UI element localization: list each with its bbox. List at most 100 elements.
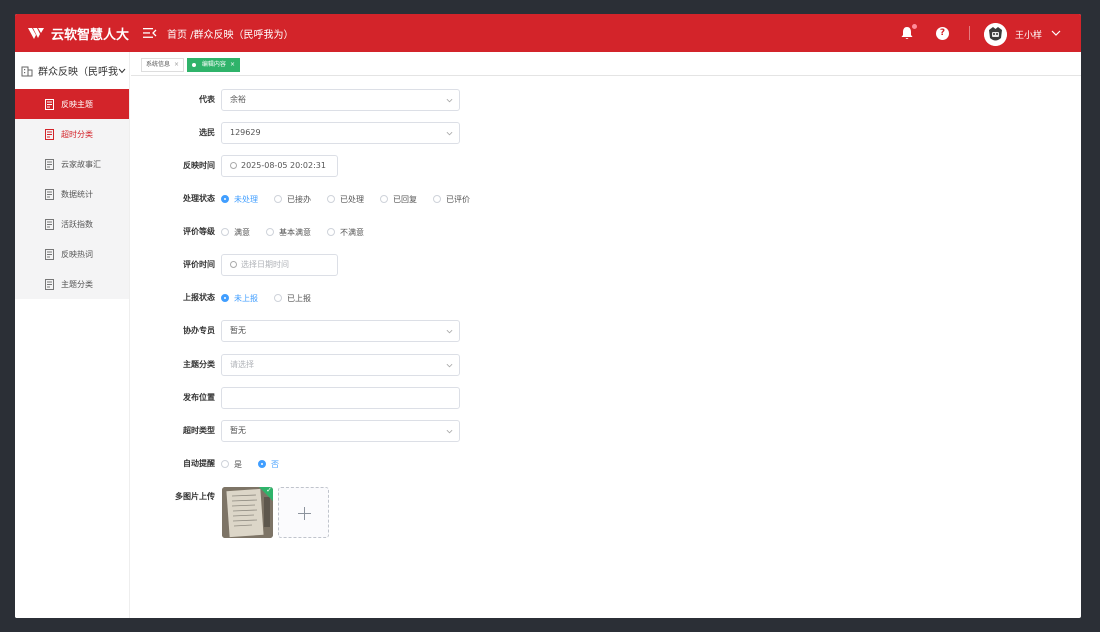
voter-value: 129629 [230, 128, 261, 137]
radio-label: 不满意 [340, 227, 364, 237]
radio-ring [380, 195, 388, 203]
tab-system-info[interactable]: 系统信息 × [141, 58, 185, 72]
auto-remind-radio-yes[interactable]: 是 [221, 459, 242, 470]
rating-time-picker[interactable]: 选择日期时间 [221, 254, 338, 276]
sidebar-item-label: 主题分类 [61, 279, 93, 289]
sidebar-menu: 反映主题 超时分类 云家故事汇 数据统计 活跃指数 反映热词 主题分类 [15, 89, 129, 299]
image-upload-button[interactable] [278, 487, 329, 538]
report-status-radio-group: 未上报 已上报 [221, 287, 327, 309]
sidebar-item-topic-category[interactable]: 主题分类 [15, 269, 129, 299]
process-status-radio-group: 未处理 已接办 已处理 已回复 已评价 [221, 188, 486, 210]
app-title: 云软智慧人大 [51, 28, 130, 43]
app-logo[interactable]: 云软智慧人大 [27, 24, 129, 43]
sidebar-item-label: 云家故事汇 [61, 159, 101, 169]
radio-ring [258, 460, 266, 468]
close-icon[interactable]: × [174, 61, 179, 68]
sidebar-item-statistics[interactable]: 数据统计 [15, 179, 129, 209]
process-status-radio-replied[interactable]: 已回复 [380, 194, 417, 205]
images-label: 多图片上传 [175, 492, 215, 501]
radio-ring [221, 228, 229, 236]
sidebar-item-hot-words[interactable]: 反映热词 [15, 239, 129, 269]
radio-label: 基本满意 [279, 227, 311, 237]
chevron-down-icon [446, 98, 453, 103]
auto-remind-radio-no[interactable]: 否 [258, 459, 279, 470]
radio-ring [221, 460, 229, 468]
process-status-radio-accepted[interactable]: 已接办 [274, 194, 311, 205]
radio-ring [221, 195, 229, 203]
topic-category-select[interactable]: 请选择 [221, 354, 460, 376]
avatar-icon [984, 23, 1007, 46]
radio-ring [433, 195, 441, 203]
rating-level-label: 评价等级 [183, 227, 215, 236]
notification-button[interactable] [899, 23, 918, 41]
document-icon [45, 248, 54, 260]
chevron-down-icon[interactable] [1051, 28, 1061, 38]
process-status-radio-unprocessed[interactable]: 未处理 [221, 194, 258, 205]
sidebar-group-label: 群众反映（民呼我 [38, 67, 118, 78]
tab-label: 系统信息 [146, 61, 171, 68]
avatar[interactable] [984, 23, 1007, 46]
report-status-label: 上报状态 [183, 293, 215, 302]
menu-fold-icon[interactable] [143, 26, 157, 40]
representative-select[interactable]: 余裕 [221, 89, 460, 111]
document-icon [45, 218, 54, 230]
sidebar: 群众反映（民呼我 反映主题 超时分类 云家故事汇 数据统计 活跃指数 反映热词 … [15, 52, 130, 618]
radio-label: 未处理 [234, 194, 258, 204]
rating-level-radio-group: 满意 基本满意 不满意 [221, 221, 380, 243]
radio-ring [221, 294, 229, 302]
user-name[interactable]: 王小样 [1015, 28, 1042, 41]
sidebar-item-report-topic[interactable]: 反映主题 [15, 89, 129, 119]
tab-label: 编辑内容 [201, 61, 226, 68]
chevron-down-icon [118, 68, 126, 74]
assist-member-select[interactable]: 暂无 [221, 320, 460, 342]
sidebar-item-timeout-category[interactable]: 超时分类 [15, 119, 129, 149]
document-icon [45, 158, 54, 170]
sidebar-item-story-collection[interactable]: 云家故事汇 [15, 149, 129, 179]
top-header: 云软智慧人大 首页 /群众反映（民呼我为） ? 王小样 [15, 14, 1081, 52]
breadcrumb[interactable]: 首页 /群众反映（民呼我为） [167, 26, 294, 41]
timeout-type-label: 超时类型 [183, 426, 215, 435]
tab-edit-content[interactable]: 编辑内容 × [187, 58, 240, 72]
process-status-radio-processed[interactable]: 已处理 [327, 194, 364, 205]
check-icon: ✓ [266, 487, 272, 494]
timeout-type-select[interactable]: 暂无 [221, 420, 460, 442]
sidebar-item-label: 活跃指数 [61, 219, 93, 229]
sidebar-item-activity-index[interactable]: 活跃指数 [15, 209, 129, 239]
publish-location-input[interactable] [221, 387, 460, 409]
radio-label: 否 [271, 459, 279, 469]
rating-radio-unsatisfied[interactable]: 不满意 [327, 227, 364, 238]
plus-icon [298, 507, 311, 520]
rating-time-placeholder: 选择日期时间 [241, 260, 289, 269]
building-icon [21, 66, 33, 76]
topic-category-placeholder: 请选择 [230, 360, 254, 369]
radio-label: 已处理 [340, 194, 364, 204]
sidebar-group-mass-feedback[interactable]: 群众反映（民呼我 [15, 52, 129, 89]
radio-ring [327, 228, 335, 236]
process-status-radio-evaluated[interactable]: 已评价 [433, 194, 470, 205]
close-icon[interactable]: × [230, 61, 235, 68]
clock-icon [230, 162, 237, 169]
report-time-picker[interactable]: 2025-08-05 20:02:31 [221, 155, 338, 177]
radio-ring [266, 228, 274, 236]
rating-radio-basically-satisfied[interactable]: 基本满意 [266, 227, 311, 238]
report-status-radio-reported[interactable]: 已上报 [274, 293, 311, 304]
radio-label: 未上报 [234, 293, 258, 303]
rating-radio-satisfied[interactable]: 满意 [221, 227, 250, 238]
tags-view-bar: 系统信息 × 编辑内容 × [131, 52, 1081, 76]
voter-label: 选民 [199, 128, 215, 137]
app-window: 云软智慧人大 首页 /群众反映（民呼我为） ? 王小样 群众反映（民呼我 反映主… [15, 14, 1081, 618]
radio-ring [327, 195, 335, 203]
help-button[interactable]: ? [936, 27, 949, 40]
timeout-type-value: 暂无 [230, 426, 246, 435]
sidebar-item-label: 超时分类 [61, 129, 93, 139]
representative-value: 余裕 [230, 95, 246, 104]
uploaded-image-thumbnail[interactable]: ✓ [222, 487, 273, 538]
auto-remind-label: 自动提醒 [183, 459, 215, 468]
voter-select[interactable]: 129629 [221, 122, 460, 144]
process-status-label: 处理状态 [183, 194, 215, 203]
report-status-radio-not-reported[interactable]: 未上报 [221, 293, 258, 304]
radio-label: 已上报 [287, 293, 311, 303]
rating-time-label: 评价时间 [183, 260, 215, 269]
chevron-down-icon [446, 363, 453, 368]
sidebar-item-label: 数据统计 [61, 189, 93, 199]
